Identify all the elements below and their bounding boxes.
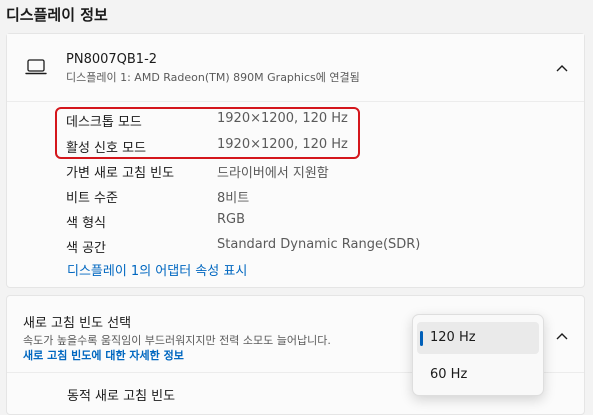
device-header[interactable]: PN8007QB1-2 디스플레이 1: AMD Radeon(TM) 890M… bbox=[7, 34, 584, 102]
info-label: 색 형식 bbox=[66, 216, 107, 231]
info-row-variable-refresh: 가변 새로 고침 빈도 드라이버에서 지원함 bbox=[66, 160, 566, 182]
adapter-properties-link[interactable]: 디스플레이 1의 어댑터 속성 표시 bbox=[67, 260, 247, 279]
option-60hz[interactable]: 60 Hz bbox=[417, 359, 539, 391]
info-row-color-format: 색 형식 RGB bbox=[66, 210, 566, 232]
dynamic-refresh-label: 동적 새로 고침 빈도 bbox=[67, 389, 176, 404]
info-value: 8비트 bbox=[217, 191, 250, 206]
refresh-info-link[interactable]: 새로 고침 빈도에 대한 자세한 정보 bbox=[23, 347, 184, 363]
info-row-bit-depth: 비트 수준 8비트 bbox=[66, 185, 566, 207]
page-title: 디스플레이 정보 bbox=[6, 6, 108, 24]
highlight-box bbox=[55, 107, 360, 159]
info-label: 비트 수준 bbox=[66, 191, 118, 206]
device-subtitle: 디스플레이 1: AMD Radeon(TM) 890M Graphics에 연… bbox=[66, 71, 360, 84]
refresh-title: 새로 고침 빈도 선택 bbox=[23, 316, 132, 331]
info-label: 가변 새로 고침 빈도 bbox=[66, 166, 175, 181]
info-label: 색 공간 bbox=[66, 241, 107, 256]
option-120hz[interactable]: 120 Hz bbox=[417, 322, 539, 354]
info-row-color-space: 색 공간 Standard Dynamic Range(SDR) bbox=[66, 235, 566, 257]
laptop-icon bbox=[25, 59, 47, 75]
refresh-rate-dropdown[interactable]: 120 Hz 60 Hz bbox=[412, 314, 544, 396]
chevron-up-icon[interactable] bbox=[555, 63, 569, 73]
chevron-up-icon[interactable] bbox=[555, 331, 569, 341]
refresh-description: 속도가 높을수록 움직임이 부드러워지지만 전력 소모도 늘어납니다. bbox=[23, 334, 331, 347]
option-label: 60 Hz bbox=[430, 367, 468, 382]
info-value: RGB bbox=[217, 212, 246, 227]
device-name: PN8007QB1-2 bbox=[66, 52, 158, 67]
info-value: 드라이버에서 지원함 bbox=[217, 166, 329, 181]
option-label: 120 Hz bbox=[430, 330, 476, 345]
display-info-card: PN8007QB1-2 디스플레이 1: AMD Radeon(TM) 890M… bbox=[6, 33, 585, 288]
selected-indicator bbox=[420, 331, 423, 346]
info-value: Standard Dynamic Range(SDR) bbox=[217, 237, 421, 252]
